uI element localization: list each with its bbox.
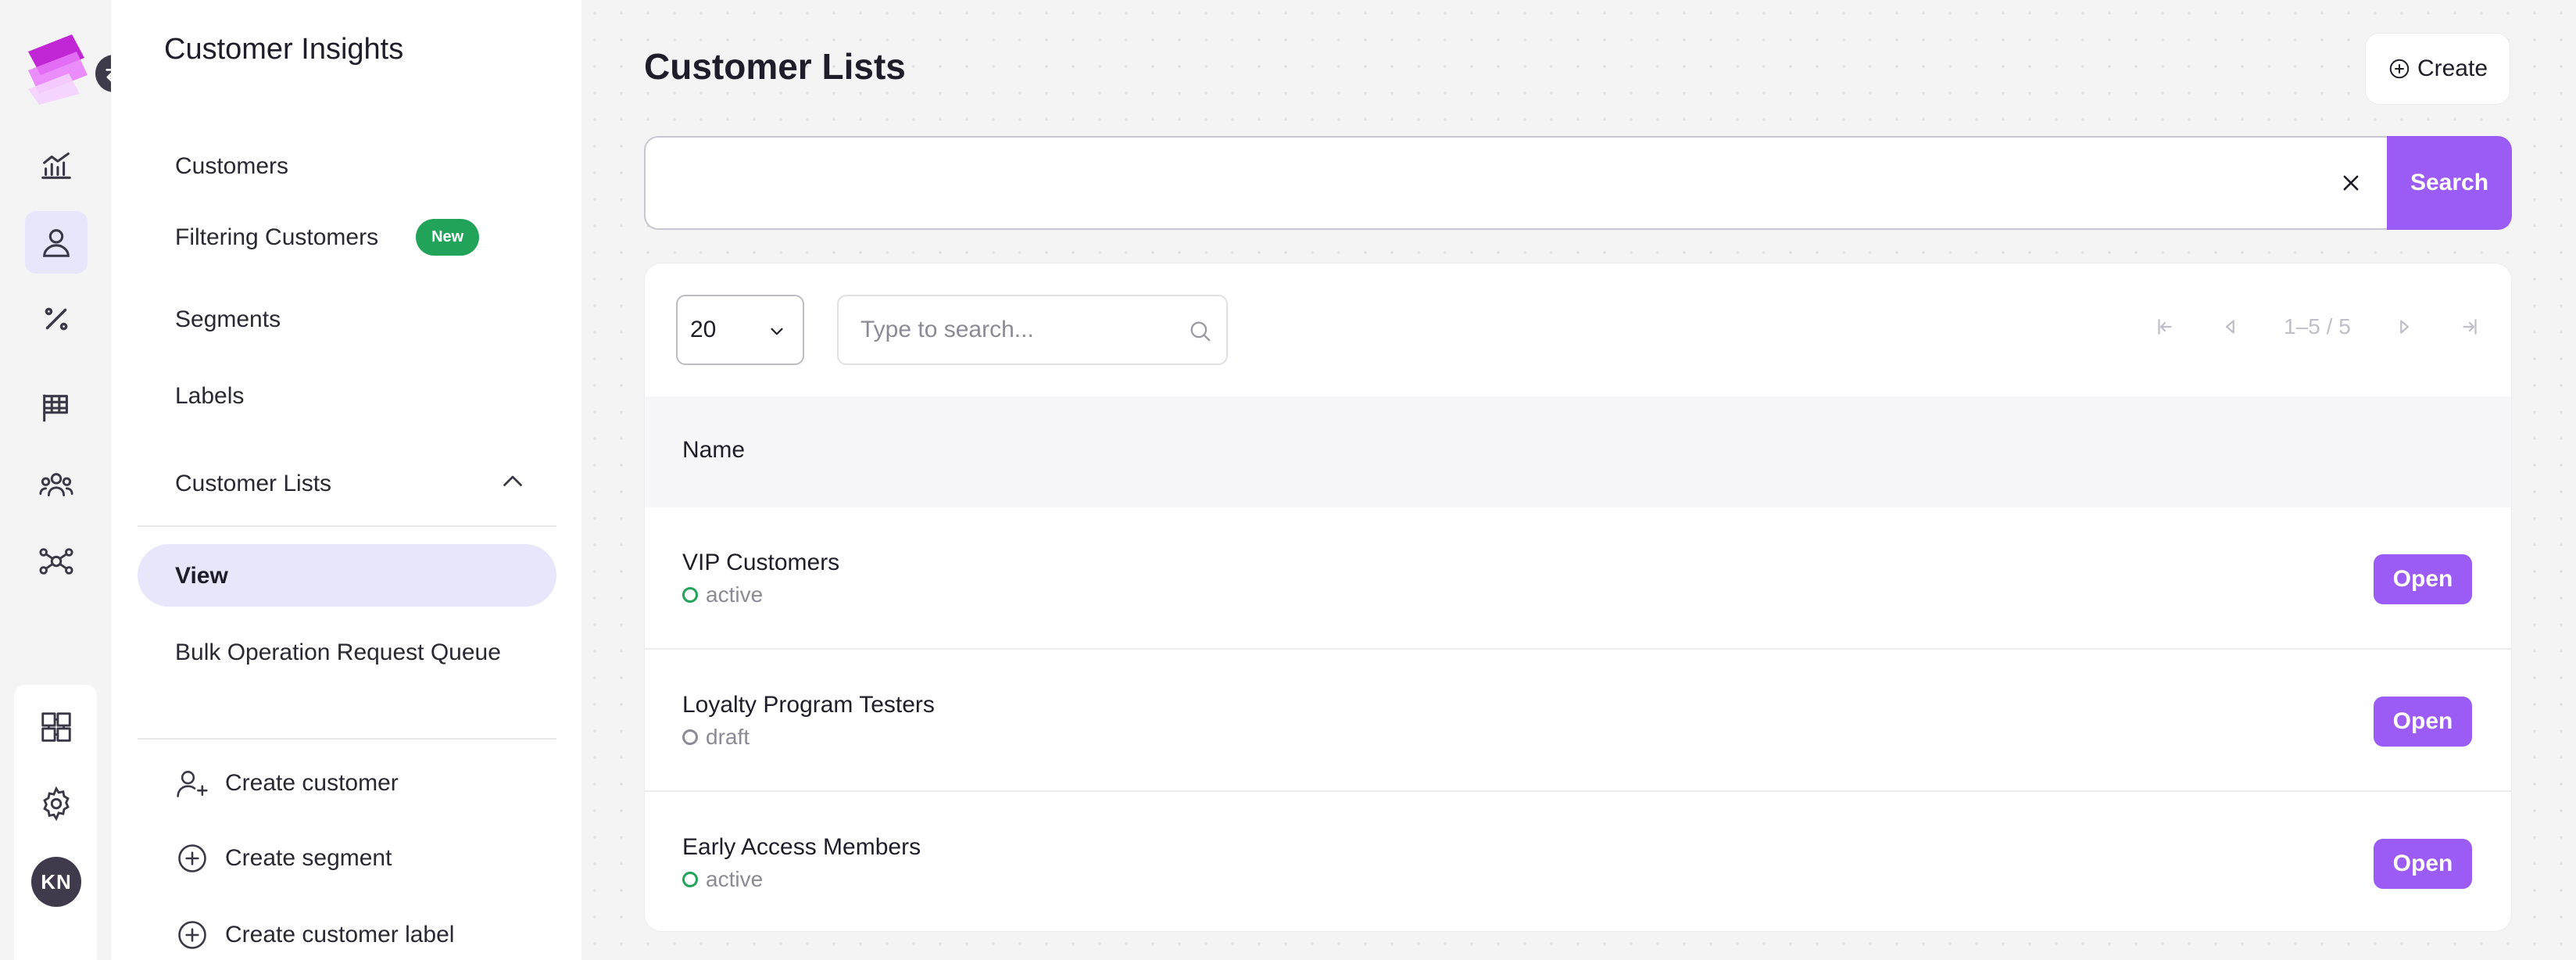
- sidebar-subitem-bulk-queue[interactable]: Bulk Operation Request Queue: [175, 639, 501, 666]
- sidebar-item-label: Bulk Operation Request Queue: [175, 639, 501, 665]
- divider: [138, 738, 556, 740]
- page-size-value: 20: [690, 317, 717, 342]
- settings-icon[interactable]: [25, 772, 88, 835]
- last-page-icon[interactable]: [2458, 315, 2481, 339]
- previous-page-icon[interactable]: [2219, 315, 2242, 339]
- action-label: Create customer: [225, 770, 399, 796]
- page-size-select[interactable]: 20: [676, 295, 804, 365]
- sidebar-subitem-label: View: [175, 563, 228, 589]
- team-icon[interactable]: [25, 453, 88, 516]
- new-badge: New: [416, 219, 480, 256]
- chevron-up-icon[interactable]: [499, 467, 527, 496]
- avatar[interactable]: KN: [31, 857, 81, 907]
- analytics-icon[interactable]: [25, 134, 88, 197]
- status-label: active: [706, 582, 764, 607]
- first-page-icon[interactable]: [2153, 315, 2177, 339]
- action-label: Create segment: [225, 845, 392, 871]
- search-button[interactable]: Search: [2387, 136, 2512, 230]
- create-segment-action[interactable]: Create segment: [175, 841, 392, 876]
- filter-placeholder: Type to search...: [860, 317, 1034, 342]
- network-icon[interactable]: [25, 530, 88, 593]
- plus-circle-icon: [178, 921, 206, 949]
- filter-input[interactable]: Type to search...: [837, 295, 1228, 365]
- sidebar-item-filtering-customers[interactable]: Filtering Customers New: [175, 219, 480, 256]
- logo-icon[interactable]: [25, 34, 91, 105]
- action-label: Create customer label: [225, 922, 455, 947]
- flag-icon[interactable]: [25, 377, 88, 439]
- sidebar-item-label: Customer Lists: [175, 471, 332, 496]
- main-content: Customer Lists Create Search 20 Type to …: [581, 0, 2576, 960]
- user-plus-icon: [177, 771, 208, 797]
- status: active: [682, 582, 763, 607]
- create-button-label: Create: [2417, 56, 2488, 81]
- next-page-icon[interactable]: [2392, 315, 2416, 339]
- create-button[interactable]: Create: [2365, 33, 2510, 105]
- column-header-name[interactable]: Name: [682, 437, 745, 464]
- status: draft: [682, 725, 750, 750]
- table-header: Name: [645, 396, 2511, 507]
- percent-icon[interactable]: [25, 288, 88, 350]
- status-label: active: [706, 867, 764, 891]
- search-input[interactable]: [644, 136, 2387, 230]
- status-dot-icon: [682, 729, 698, 745]
- create-customer-action[interactable]: Create customer: [175, 766, 399, 801]
- sidebar-item-customer-lists[interactable]: Customer Lists: [175, 471, 331, 497]
- status-dot-icon: [682, 872, 698, 887]
- status-dot-icon: [682, 587, 698, 603]
- plus-circle-icon: [178, 844, 206, 872]
- plus-circle-icon: [2389, 59, 2410, 79]
- sidebar-item-label: Customers: [175, 153, 289, 179]
- list-name: Loyalty Program Testers: [682, 692, 935, 718]
- list-name: VIP Customers: [682, 550, 840, 575]
- sidebar-item-label: Segments: [175, 306, 281, 332]
- icon-rail: KN: [0, 0, 133, 960]
- page-range: 1–5 / 5: [2284, 314, 2351, 339]
- pagination: 1–5 / 5: [2153, 307, 2481, 346]
- open-button[interactable]: Open: [2374, 839, 2472, 889]
- divider: [138, 525, 556, 527]
- sidebar: Customer Insights Customers Filtering Cu…: [111, 0, 692, 960]
- integrations-icon[interactable]: [25, 696, 88, 758]
- table-row: Loyalty Program Testers draft Open: [645, 650, 2511, 792]
- sidebar-item-label: Labels: [175, 383, 245, 409]
- create-customer-label-action[interactable]: Create customer label: [175, 918, 454, 952]
- user-icon[interactable]: [25, 211, 88, 274]
- sidebar-item-segments[interactable]: Segments: [175, 306, 281, 333]
- sidebar-item-customers[interactable]: Customers: [175, 153, 288, 180]
- table-row: VIP Customers active Open: [645, 507, 2511, 650]
- chevron-down-icon: [771, 328, 783, 335]
- status-label: draft: [706, 725, 750, 749]
- customer-lists-table-card: 20 Type to search... 1–5 / 5 Name VIP Cu…: [644, 263, 2512, 932]
- page-title: Customer Lists: [644, 46, 906, 87]
- table-row: Early Access Members active Open: [645, 792, 2511, 931]
- status: active: [682, 867, 763, 892]
- search-icon: [1190, 321, 1211, 342]
- sidebar-item-label: Filtering Customers: [175, 224, 379, 250]
- sidebar-item-labels[interactable]: Labels: [175, 383, 244, 410]
- open-button[interactable]: Open: [2374, 697, 2472, 747]
- open-button[interactable]: Open: [2374, 554, 2472, 604]
- list-name: Early Access Members: [682, 834, 921, 860]
- sidebar-title: Customer Insights: [164, 33, 404, 66]
- clear-icon[interactable]: [2340, 172, 2362, 194]
